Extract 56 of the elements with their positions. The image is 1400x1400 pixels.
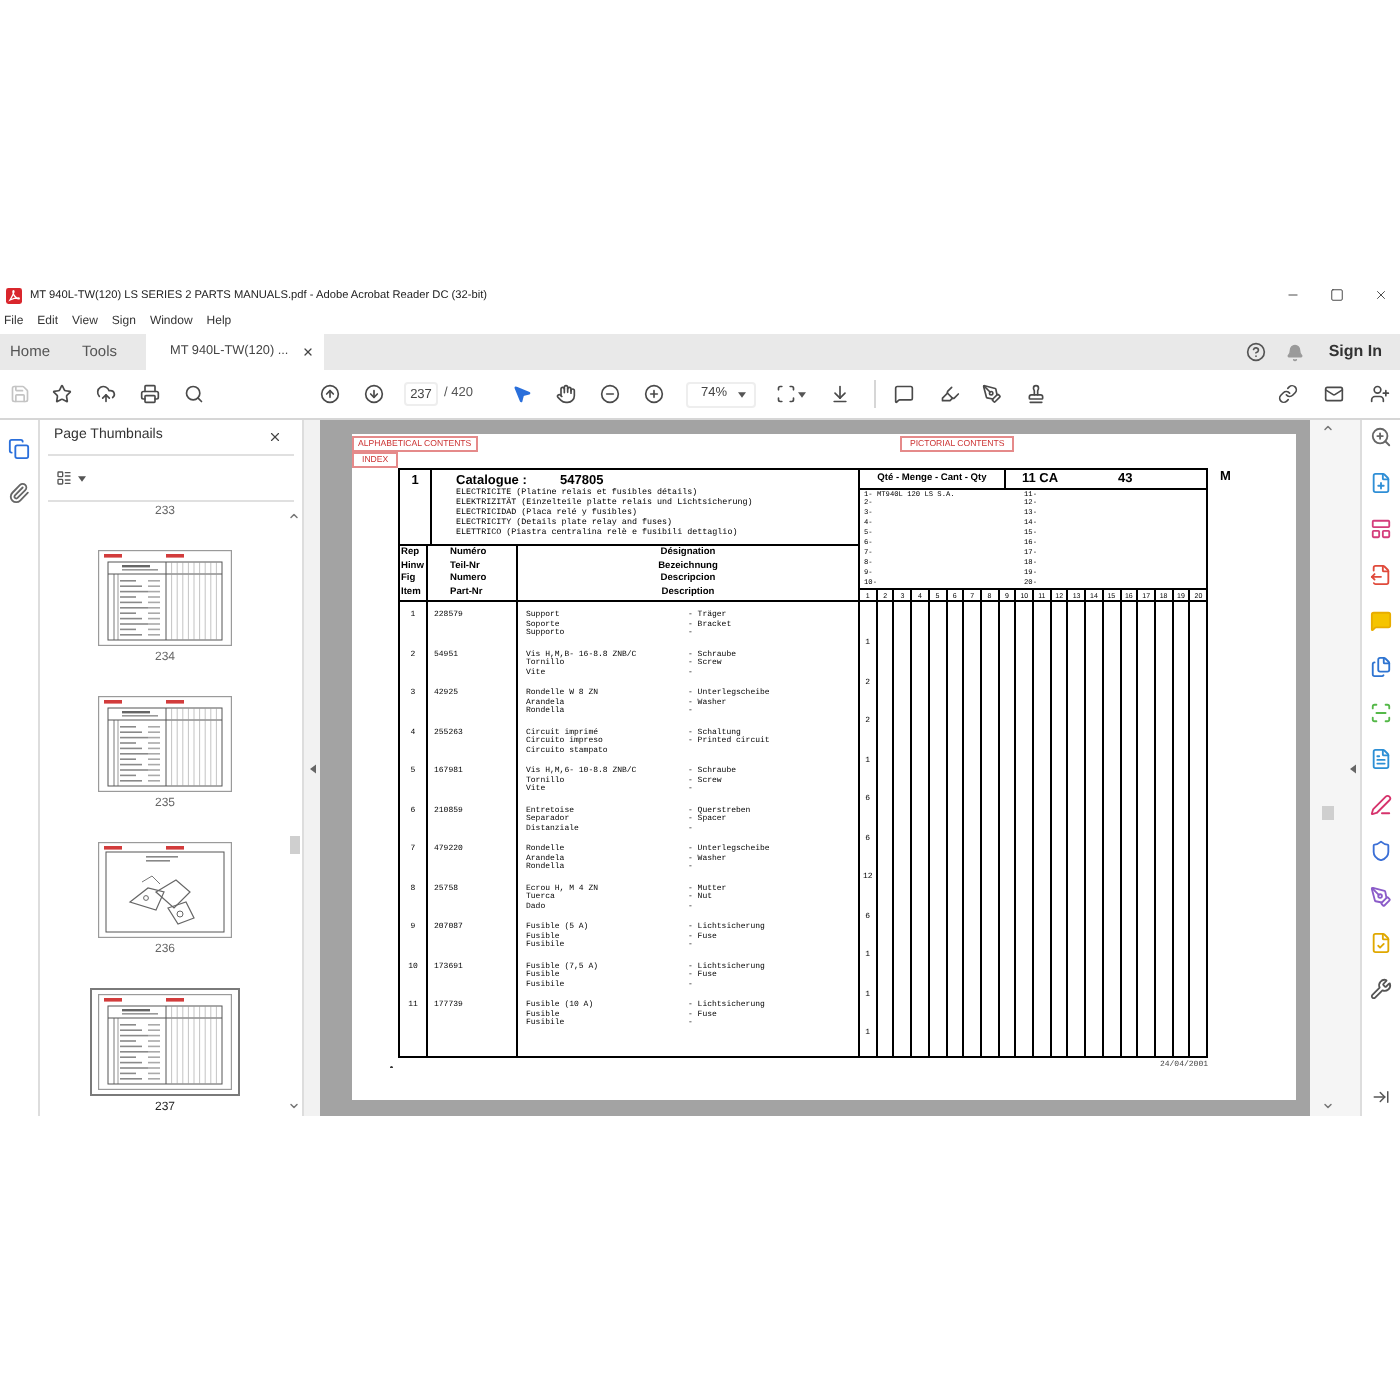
scroll-up-icon[interactable]	[288, 510, 300, 522]
close-icon[interactable]	[268, 430, 282, 444]
document-arrow-icon[interactable]	[1370, 564, 1392, 586]
corners-icon[interactable]	[776, 384, 797, 404]
page-thumbnail[interactable]	[98, 550, 232, 646]
user-plus-icon[interactable]	[1370, 384, 1390, 404]
sign-in-link[interactable]: Sign In	[1328, 340, 1382, 364]
pen-nib-icon[interactable]	[1370, 886, 1392, 908]
arrow-down-circle-icon[interactable]	[364, 384, 384, 404]
print-icon[interactable]	[140, 384, 160, 404]
scrollbar-thumb[interactable]	[1321, 806, 1333, 820]
arrow-up-circle-icon[interactable]	[320, 384, 340, 404]
arrow-down-line-icon[interactable]	[830, 384, 851, 404]
pen-icon[interactable]	[1370, 794, 1392, 816]
zoom-in-icon[interactable]	[644, 384, 665, 404]
hand-icon[interactable]	[556, 384, 577, 404]
document-check-icon[interactable]	[1370, 932, 1392, 954]
speech-bubble-icon[interactable]	[894, 384, 915, 404]
caret-icon[interactable]	[738, 391, 747, 397]
caret-icon[interactable]	[798, 391, 807, 397]
scroll-up-icon[interactable]	[1321, 422, 1333, 434]
wrench-icon[interactable]	[1370, 978, 1392, 1000]
layout-icon[interactable]	[1370, 518, 1392, 540]
scroll-down-icon[interactable]	[1321, 1100, 1333, 1112]
star-icon[interactable]	[52, 384, 72, 404]
help-icon[interactable]	[1246, 342, 1267, 362]
app-icon	[6, 287, 22, 303]
page-thumbnail[interactable]	[98, 696, 232, 792]
close-icon[interactable]	[1374, 288, 1388, 302]
caret-icon[interactable]	[78, 475, 86, 481]
scrollbar-thumb[interactable]	[289, 836, 299, 854]
stamp-icon[interactable]	[1026, 384, 1047, 404]
search-icon[interactable]	[184, 384, 204, 404]
close-icon[interactable]	[302, 346, 314, 358]
highlighter-icon[interactable]	[940, 384, 961, 404]
pointer-icon[interactable]	[512, 384, 533, 404]
collapse-arrow-icon[interactable]	[1349, 763, 1355, 773]
page-thumbnail[interactable]	[90, 988, 240, 1096]
arrow-to-line-icon[interactable]	[1372, 1088, 1390, 1106]
page-thumbnail[interactable]	[98, 842, 232, 938]
pen-nib-icon[interactable]	[982, 384, 1003, 404]
link-icon[interactable]	[1278, 384, 1298, 404]
zoom-out-icon[interactable]	[600, 384, 621, 404]
options-icon[interactable]	[56, 470, 72, 486]
mail-icon[interactable]	[1324, 384, 1344, 404]
document-plus-icon[interactable]	[1370, 472, 1392, 494]
scroll-down-icon[interactable]	[288, 1100, 300, 1112]
magnifier-plus-icon[interactable]	[1370, 426, 1392, 448]
pages-icon[interactable]	[8, 438, 30, 460]
maximize-icon[interactable]	[1330, 288, 1344, 302]
documents-icon[interactable]	[1370, 656, 1392, 678]
collapse-arrow-icon[interactable]	[309, 763, 315, 773]
paperclip-icon[interactable]	[8, 482, 30, 504]
cloud-upload-icon[interactable]	[96, 384, 116, 404]
document-icon[interactable]	[1370, 748, 1392, 770]
shield-icon[interactable]	[1370, 840, 1392, 862]
